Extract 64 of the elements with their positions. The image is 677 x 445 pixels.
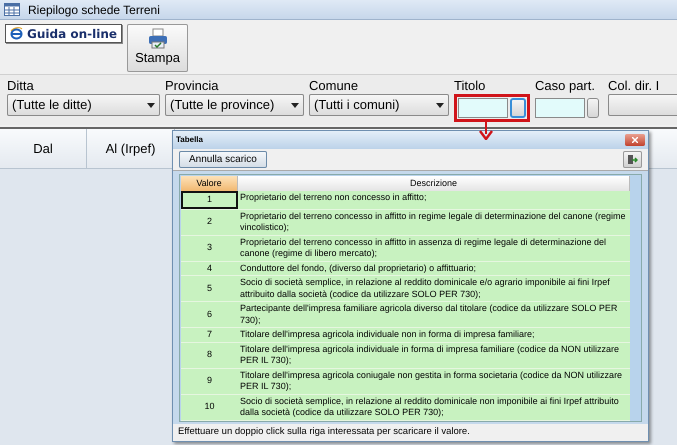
close-button[interactable] (625, 134, 645, 146)
grid-icon (4, 3, 20, 16)
lookup-field[interactable] (458, 98, 508, 118)
table-cell-text: 7 (206, 328, 213, 341)
lookup-field[interactable] (535, 98, 585, 118)
table-cell-text: Socio di società semplice, in relazione al reddito dominicale e/o agrario imponibile ai fini Irpef attribuito dalla società (codice da utilizzare SOLO PER 730); (239, 276, 611, 301)
table-cell-text: Socio di società semplice, in relazione al reddito dominicale non imponibile ai fini Irpef attribuito dalla società (codice da utilizzare SOLO PER 730); (239, 394, 620, 419)
table-cell-text: 6 (206, 308, 213, 321)
table-cell-text: Conduttore del fondo, (diverso dal proprietario) o affittuario; (239, 262, 477, 275)
table-row[interactable]: 10 Socio di società semplice, in relazione al reddito dominicale non imponibile ai fini Irpef attribuito dalla società (codice da utilizzare SOLO PER 730); (181, 394, 630, 420)
dropdown[interactable]: (Tutte le ditte) (7, 94, 160, 116)
table-row[interactable]: 2 Proprietario del terreno concesso in affitto in regime legale di determinazione del canone (regime vincolistico); (181, 210, 630, 236)
table-cell-text: 8 (206, 348, 213, 362)
table-row[interactable]: 5 Socio di società semplice, in relazione al reddito dominicale e/o agrario imponibile ai fini Irpef attribuito dalla società (codice da utilizzare SOLO PER 730); (181, 276, 630, 302)
filter-label: Comune (309, 78, 360, 94)
table-row[interactable]: 3 Proprietario del terreno concesso in affitto in assenza di regime legale di determinazione del canone (regime di libero mercato); (181, 236, 630, 262)
table-cell-text: Partecipante dell'impresa familiare agricola diverso dal titolare (codice da utilizzare SOLO PER 730); (239, 302, 618, 327)
help-button[interactable]: Guida on-line (5, 24, 122, 43)
dropdown[interactable]: (Tutte le province) (165, 94, 304, 116)
table-cell-text: Proprietario del terreno non concesso in affitto; (239, 191, 428, 204)
window-title: Riepilogo schede Terreni (28, 2, 160, 18)
exit-button[interactable] (623, 151, 642, 168)
printer-icon (146, 28, 169, 50)
table-cell-text: Proprietario del terreno concesso in affitto in regime legale di determinazione del canone (regime vincolistico); (239, 210, 627, 234)
dropdown[interactable]: (Tutti i comuni) (309, 94, 449, 116)
caret-icon (291, 102, 299, 108)
column-header: Dal (0, 129, 87, 169)
caret-icon (147, 102, 155, 108)
filter-label: Titolo (454, 78, 486, 94)
table-cell-text: 2 (206, 215, 213, 228)
hint-text: Effettuare un doppio click sulla riga interessata per scaricare il valore. (173, 424, 648, 441)
table-cell-text: Titolare dell'impresa agricola individuale in forma di impresa familiare (codice da NON utilizzare PER IL 730); (239, 342, 620, 367)
browser-icon (10, 27, 23, 40)
table-cell-text: 9 (206, 374, 213, 388)
table-cell-text: Proprietario del terreno concesso in affitto in assenza di regime legale di determinazione del canone (regime di libero mercato); (239, 236, 608, 260)
close-icon (632, 137, 638, 143)
table-row[interactable]: 8 Titolare dell'impresa agricola individuale in forma di impresa familiare (codice da NON utilizzare PER IL 730); (181, 342, 630, 368)
table-row[interactable]: 6 Partecipante dell'impresa familiare agricola diverso dal titolare (codice da utilizzare SOLO PER 730); (181, 302, 630, 328)
table-row[interactable]: 1 Proprietario del terreno non concesso in affitto; (181, 191, 630, 210)
table-row[interactable]: 7 Titolare dell'impresa agricola individuale non in forma di impresa familiare; (181, 328, 630, 342)
filter-label: Ditta (7, 78, 35, 94)
lookup-button[interactable] (510, 98, 526, 118)
print-button[interactable]: Stampa (127, 24, 188, 72)
exit-icon (627, 154, 638, 165)
table-cell-text: 10 (203, 400, 216, 414)
column-header: Descrizione (238, 176, 630, 191)
table-cell-text: 5 (206, 282, 213, 295)
text-field[interactable] (608, 94, 677, 116)
cancel-download-button[interactable]: Annulla scarico (179, 151, 267, 168)
lookup-button[interactable] (587, 98, 599, 118)
caret-icon (436, 102, 444, 108)
table-cell: 1 (181, 191, 238, 208)
filter-label: Col. dir. I (608, 78, 660, 94)
table-cell-text: Titolare dell'impresa agricola coniugale non gestita in forma societaria (codice da NON utilizzare PER IL 730); (239, 368, 624, 393)
column-header: Al (Irpef) (87, 129, 175, 169)
filter-label: Provincia (165, 78, 220, 94)
filter-label: Caso part. (535, 78, 596, 94)
dialog-title: Tabella (176, 134, 203, 146)
table-cell-text: Titolare dell'impresa agricola individuale non in forma di impresa familiare; (239, 328, 536, 341)
table-cell-text: 3 (206, 241, 213, 254)
table-row[interactable]: 9 Titolare dell'impresa agricola coniugale non gestita in forma societaria (codice da NON utilizzare PER IL 730); (181, 368, 630, 394)
table-cell-text: 4 (206, 262, 213, 274)
column-header: Valore (181, 176, 238, 191)
table-row[interactable]: 4 Conduttore del fondo, (diverso dal proprietario) o affittuario; (181, 262, 630, 276)
